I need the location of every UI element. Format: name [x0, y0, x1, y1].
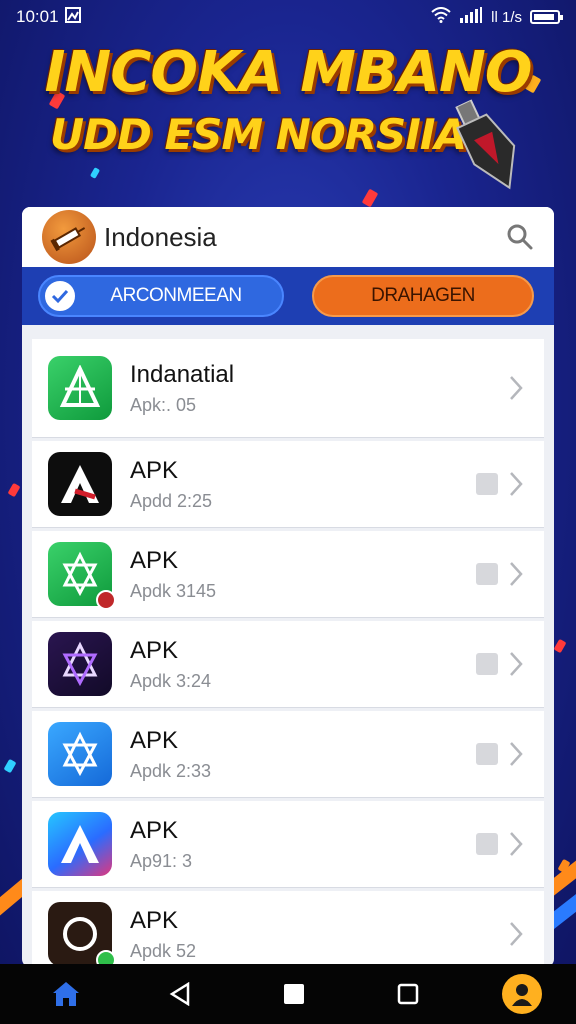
confetti: [89, 167, 101, 179]
battery-icon: [530, 10, 563, 24]
app-subtitle: Apdk 2:33: [130, 760, 212, 781]
wifi-icon: [431, 7, 451, 27]
checkbox[interactable]: [476, 743, 498, 765]
app-name: APK: [130, 456, 179, 484]
app-subtitle: Apk:. 05: [130, 394, 197, 415]
confetti: [7, 482, 21, 498]
gradient-a-icon: [48, 812, 112, 876]
app-panel: Indonesia ARCONMEEAN DRAHAGEN Indanatial…: [22, 207, 554, 967]
square-filled-icon[interactable]: [274, 974, 314, 1014]
panel-title: Indonesia: [104, 221, 217, 252]
syringe-logo-icon: [42, 210, 96, 264]
list-item[interactable]: APK Ap91: 3: [32, 801, 544, 887]
tab-recommended[interactable]: ARCONMEEAN: [38, 275, 284, 317]
recents-icon[interactable]: [388, 974, 428, 1014]
tab-other[interactable]: DRAHAGEN: [312, 275, 534, 317]
list-item[interactable]: Indanatial Apk:. 05: [32, 339, 544, 437]
confetti: [553, 638, 567, 654]
list-item[interactable]: APK Apdk 2:33: [32, 711, 544, 797]
chevron-right-icon: [504, 373, 528, 403]
green-a-icon: [48, 356, 112, 420]
app-name: APK: [130, 726, 179, 754]
confetti: [3, 758, 17, 774]
check-circle-icon: [42, 278, 78, 314]
status-extra: ll 1/s: [491, 8, 522, 26]
list-item[interactable]: APK Apdk 3:24: [32, 621, 544, 707]
bottom-nav-bar: [0, 964, 576, 1024]
chevron-right-icon: [504, 649, 528, 679]
app-subtitle: Apdk 3145: [130, 580, 217, 601]
chevron-right-icon: [504, 469, 528, 499]
app-subtitle: Apdd 2:25: [130, 490, 213, 511]
signal-icon: [459, 7, 483, 27]
checkbox[interactable]: [476, 653, 498, 675]
panel-header: Indonesia: [22, 207, 554, 267]
blue-star-icon: [48, 722, 112, 786]
app-subtitle: Apdk 3:24: [130, 670, 212, 691]
app-name: APK: [130, 816, 179, 844]
status-time: 10:01: [16, 7, 59, 26]
checkbox[interactable]: [476, 473, 498, 495]
app-subtitle: Ap91: 3: [130, 850, 193, 871]
badge-icon: [96, 590, 116, 610]
checkbox[interactable]: [476, 563, 498, 585]
app-list: Indanatial Apk:. 05 APK Apdd 2:25 APK Ap…: [22, 325, 554, 967]
chevron-right-icon: [504, 739, 528, 769]
confetti: [361, 188, 379, 208]
status-bar: 10:01 ll 1/s: [0, 0, 576, 34]
checkbox[interactable]: [476, 833, 498, 855]
profile-icon[interactable]: [502, 974, 542, 1014]
image-icon: [64, 6, 81, 28]
black-a-icon: [48, 452, 112, 516]
list-item[interactable]: APK Apdk 52: [32, 891, 544, 967]
chevron-right-icon: [504, 559, 528, 589]
tab-label: ARCONMEEAN: [110, 285, 242, 306]
app-name: APK: [130, 906, 179, 934]
green-star-icon: [48, 542, 116, 610]
search-icon[interactable]: [500, 217, 540, 257]
purple-star-icon: [48, 632, 112, 696]
tab-bar: ARCONMEEAN DRAHAGEN: [22, 267, 554, 325]
home-icon[interactable]: [46, 974, 86, 1014]
list-item[interactable]: APK Apdd 2:25: [32, 441, 544, 527]
app-name: Indanatial: [130, 360, 235, 388]
circle-app-icon: [48, 902, 116, 967]
list-item[interactable]: APK Apdk 3145: [32, 531, 544, 617]
app-name: APK: [130, 636, 179, 664]
chevron-right-icon: [504, 919, 528, 949]
app-subtitle: Apdk 52: [130, 940, 197, 961]
back-icon[interactable]: [160, 974, 200, 1014]
tab-label: DRAHAGEN: [371, 285, 475, 306]
app-name: APK: [130, 546, 179, 574]
chevron-right-icon: [504, 829, 528, 859]
